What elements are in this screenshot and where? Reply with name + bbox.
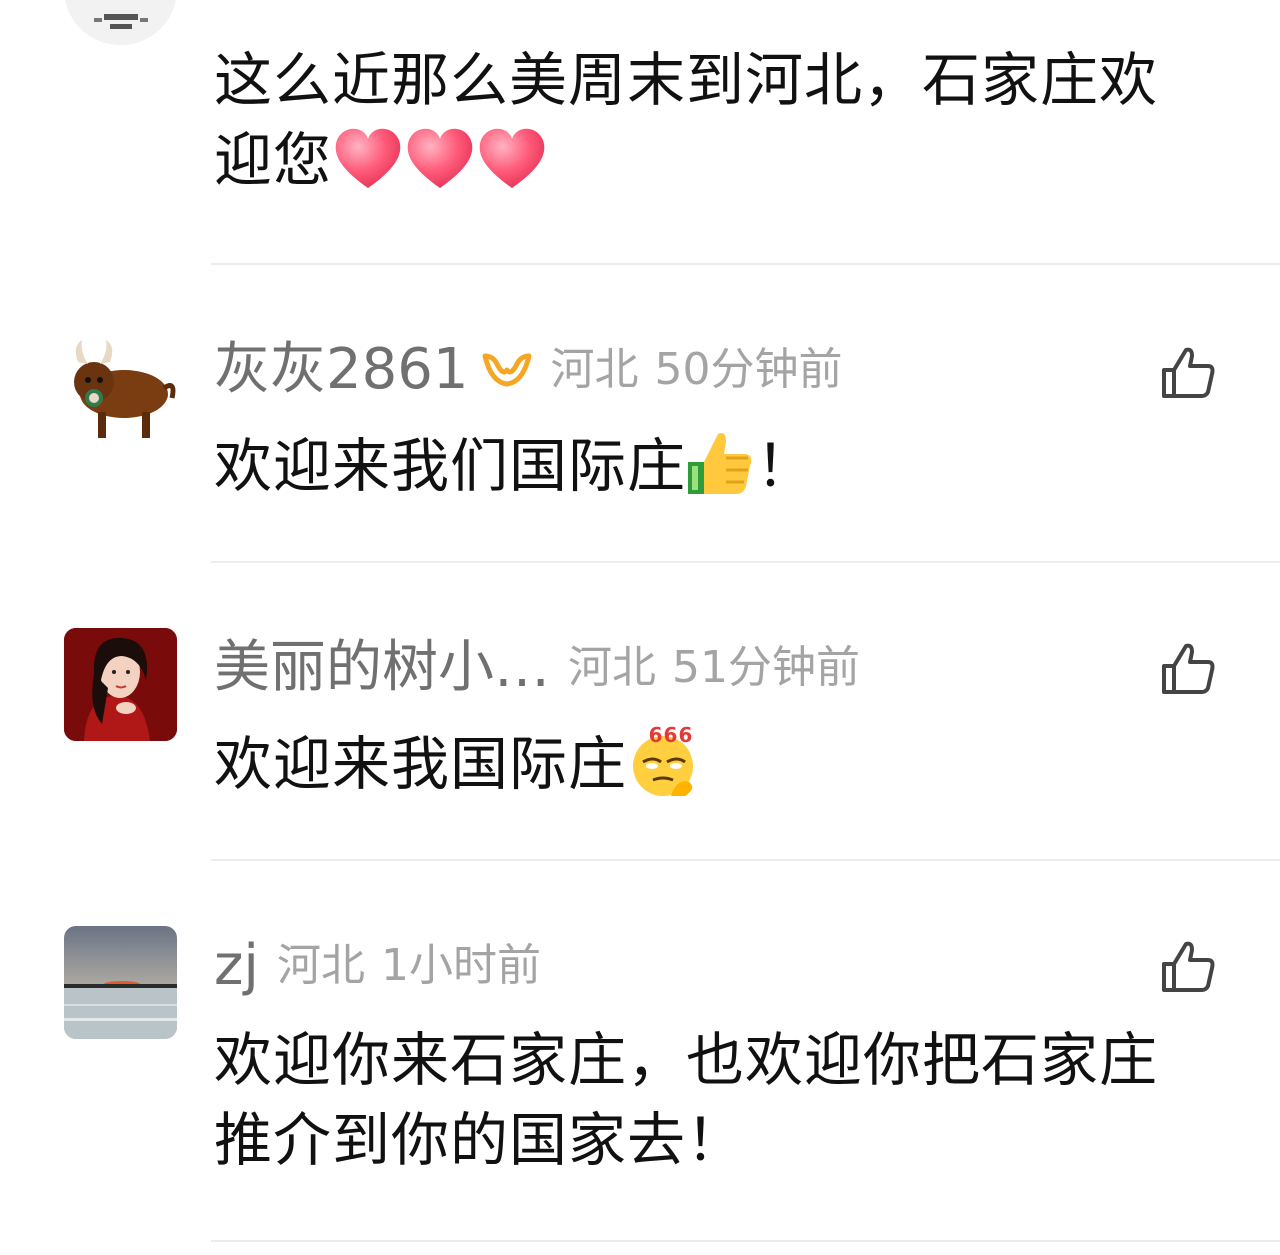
comment-text-line: 迎您 — [214, 126, 333, 194]
avatar[interactable] — [64, 0, 177, 45]
like-button[interactable] — [1160, 346, 1216, 400]
thumbs-up-outline-icon — [1162, 347, 1215, 398]
divider — [211, 263, 1280, 265]
comment-text: 欢迎来我国际庄 666 — [214, 722, 1244, 804]
comment-meta: 灰灰2861 河北 50分钟前 — [214, 340, 843, 400]
thumbs-up-icon — [686, 428, 756, 498]
vip-badge-icon — [481, 350, 533, 390]
comment-text-line: 欢迎你来石家庄，也欢迎你把石家庄 — [214, 1026, 1159, 1094]
thumbs-up-outline-icon — [1162, 941, 1215, 992]
username[interactable]: zj — [214, 936, 259, 996]
like-button[interactable] — [1160, 642, 1216, 696]
comment-text: 这么近那么美周末到河北，石家庄欢 迎您 — [214, 40, 1244, 200]
comment-text: 欢迎你来石家庄，也欢迎你把石家庄 推介到你的国家去！ — [214, 1020, 1244, 1180]
avatar[interactable] — [64, 332, 177, 445]
heart-icon — [476, 126, 548, 192]
location: 河北 — [550, 344, 639, 395]
location: 河北 — [276, 940, 365, 991]
avatar[interactable] — [64, 926, 177, 1039]
timestamp: 1小时前 — [380, 940, 541, 991]
comment-text-suffix: ！ — [756, 432, 816, 500]
like-button[interactable] — [1160, 940, 1216, 994]
comment-text-line: 这么近那么美周末到河北，石家庄欢 — [214, 46, 1159, 114]
comment-text-line: 欢迎来我国际庄 — [214, 730, 628, 798]
comment-meta: zj 河北 1小时前 — [214, 936, 541, 996]
avatar[interactable] — [64, 628, 177, 741]
666-face-icon: 666 — [627, 722, 703, 798]
divider — [211, 859, 1280, 861]
timestamp: 50分钟前 — [654, 344, 843, 395]
username[interactable]: 美丽的树小… — [214, 638, 550, 698]
heart-icon — [404, 126, 476, 192]
heart-icon — [332, 126, 404, 192]
heart-emojis — [332, 126, 548, 192]
location: 河北 — [568, 642, 656, 693]
thumbs-up-outline-icon — [1162, 643, 1215, 694]
emoji-label: 666 — [649, 723, 694, 747]
comment-text: 欢迎来我们国际庄 ！ — [214, 426, 1244, 506]
divider — [211, 1240, 1280, 1242]
timestamp: 51分钟前 — [672, 642, 860, 693]
comment-meta: 美丽的树小… 河北 51分钟前 — [214, 638, 860, 698]
username[interactable]: 灰灰2861 — [214, 340, 469, 400]
comment-text-line: 推介到你的国家去！ — [214, 1106, 746, 1174]
comment-text-line: 欢迎来我们国际庄 — [214, 432, 687, 500]
divider — [211, 561, 1280, 563]
